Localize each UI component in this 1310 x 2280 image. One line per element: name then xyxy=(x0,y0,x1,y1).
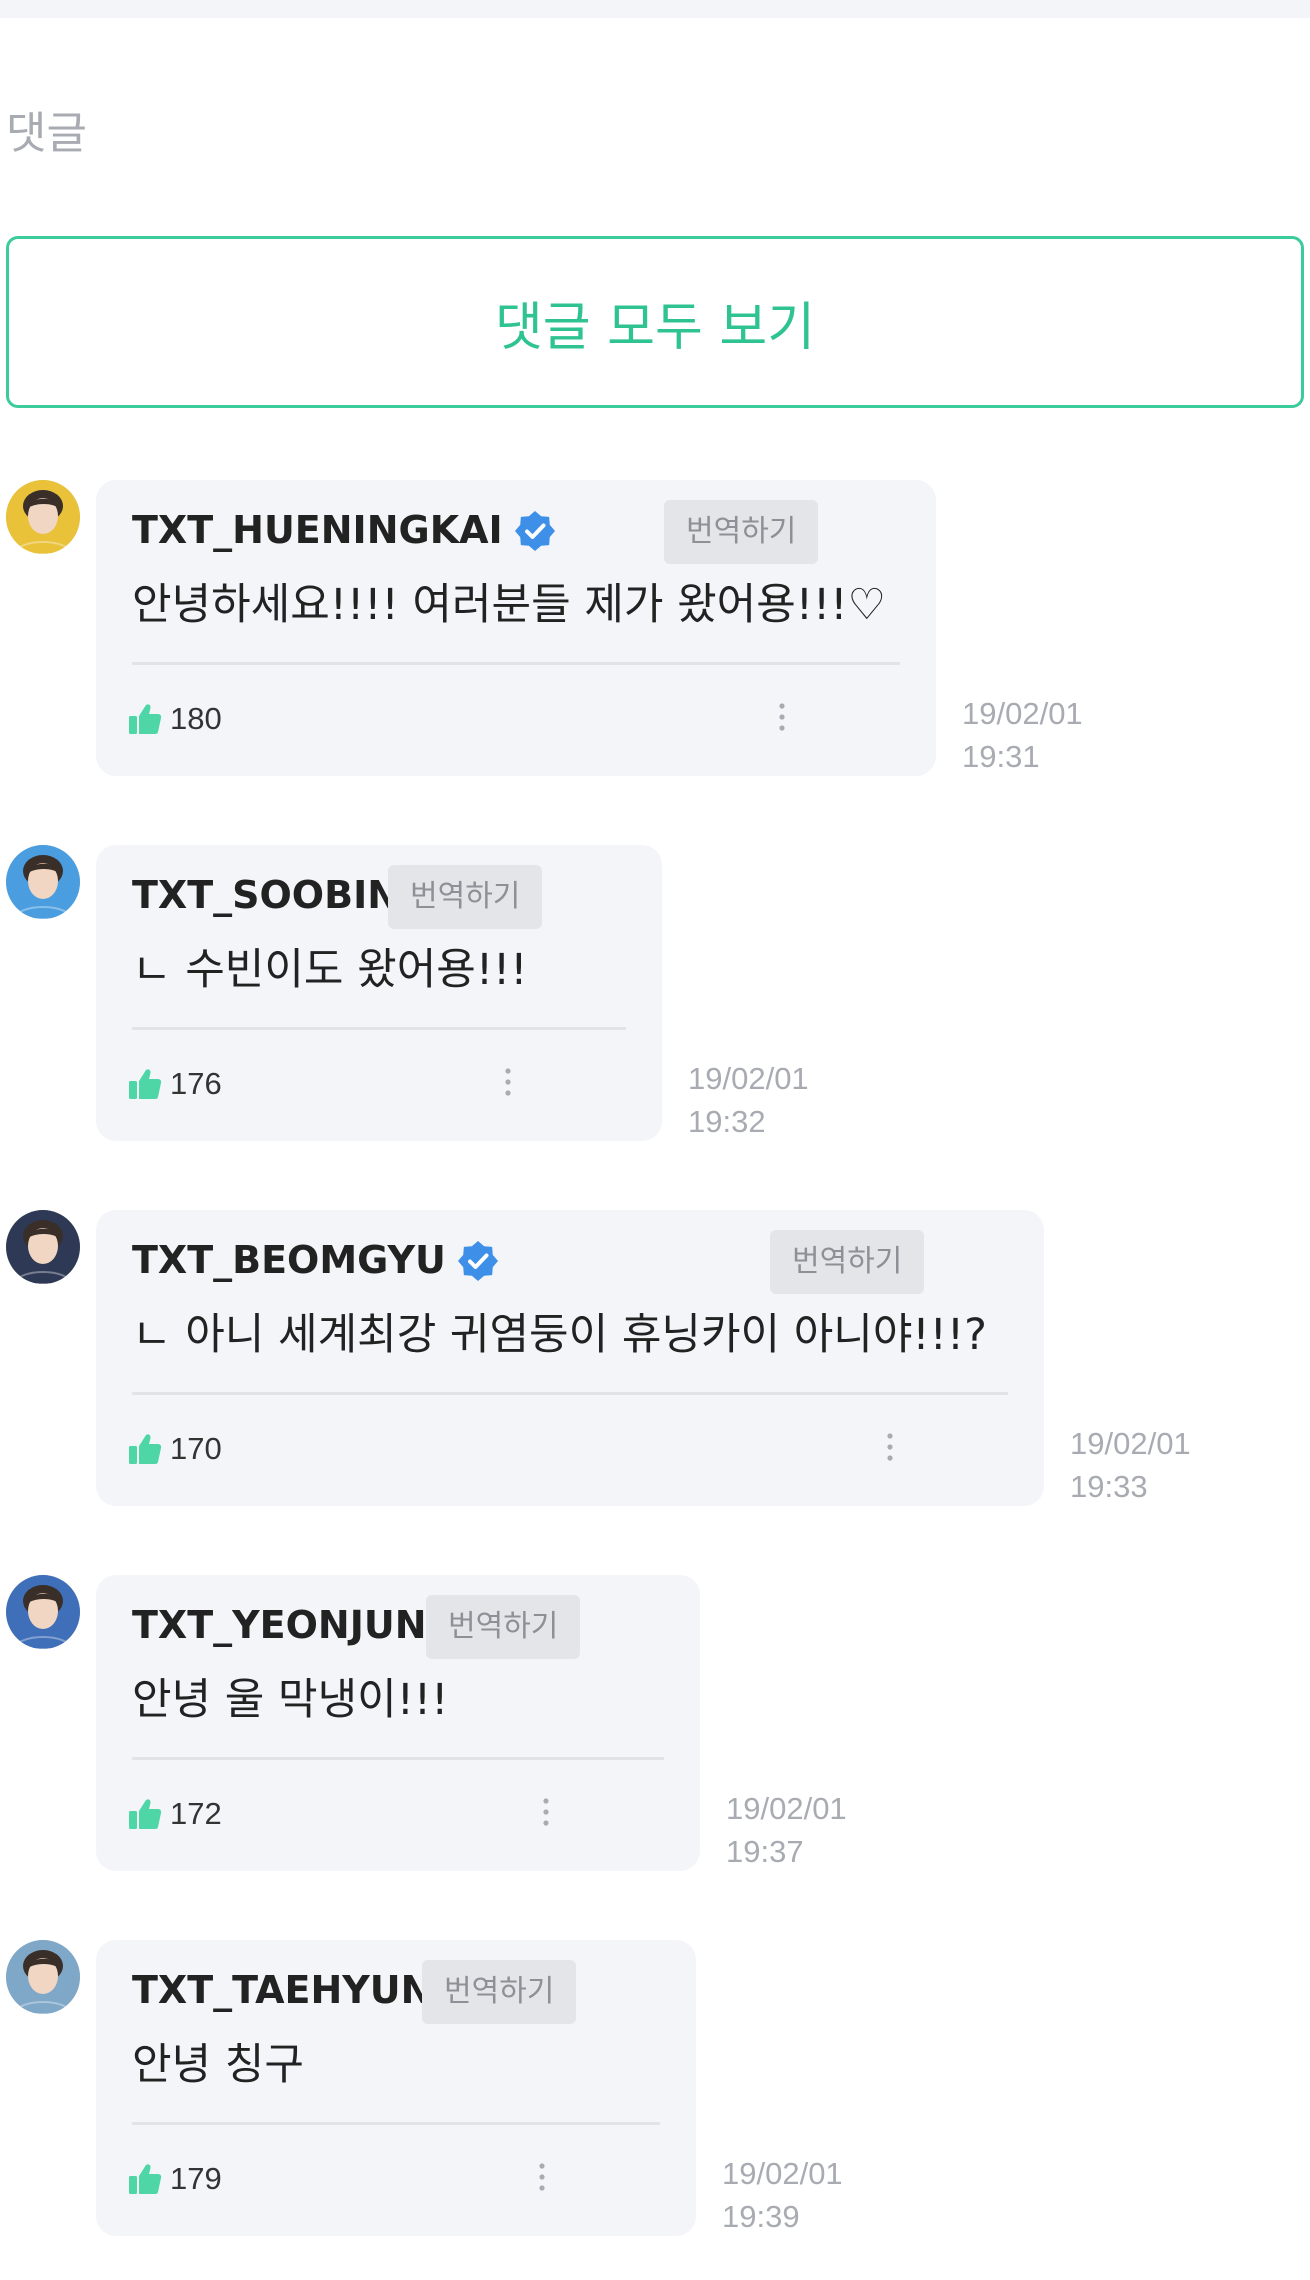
comment-username-text: TXT_SOOBIN xyxy=(132,873,400,917)
more-vertical-icon xyxy=(779,702,785,736)
verified-badge-icon xyxy=(457,1240,498,1281)
more-options-button[interactable] xyxy=(493,1059,523,1109)
comment-timestamp: 19/02/01 19:33 xyxy=(1070,1422,1191,1508)
comment-time: 19:31 xyxy=(962,739,1040,774)
comment-item: TXT_SOOBIN 번역하기 ㄴ 수빈이도 왔어용!!! 176 19/02/01 19… xyxy=(0,845,1310,1145)
comment-time: 19:33 xyxy=(1070,1469,1148,1504)
avatar[interactable] xyxy=(6,845,80,919)
comment-date: 19/02/01 xyxy=(722,2156,843,2191)
more-options-button[interactable] xyxy=(527,2154,557,2204)
comment-username-text: TXT_BEOMGYU xyxy=(132,1238,446,1282)
comment-divider xyxy=(132,662,900,665)
like-count: 179 xyxy=(170,2161,222,2196)
thumbs-up-icon xyxy=(128,1067,162,1101)
comment-text: 안녕 칭구 xyxy=(132,2040,304,2090)
like-count: 176 xyxy=(170,1066,222,1101)
comment-date: 19/02/01 xyxy=(726,1791,847,1826)
thumbs-up-icon xyxy=(128,1797,162,1831)
thumbs-up-icon xyxy=(128,2162,162,2196)
avatar[interactable] xyxy=(6,1575,80,1649)
like-count: 172 xyxy=(170,1796,222,1831)
top-bar xyxy=(0,0,1310,18)
section-title: 댓글 xyxy=(6,108,87,159)
comment-date: 19/02/01 xyxy=(962,696,1083,731)
comment-username[interactable]: TXT_HUENINGKAI xyxy=(132,502,555,558)
avatar[interactable] xyxy=(6,1940,80,2014)
like-button[interactable]: 180 xyxy=(128,694,222,744)
like-button[interactable]: 179 xyxy=(128,2154,222,2204)
more-vertical-icon xyxy=(539,2162,545,2196)
comment-item: TXT_TAEHYUN 번역하기안녕 칭구 179 19/02/01 19:39 xyxy=(0,1940,1310,2240)
comment-divider xyxy=(132,1392,1008,1395)
avatar[interactable] xyxy=(6,480,80,554)
more-options-button[interactable] xyxy=(875,1424,905,1474)
comment-time: 19:32 xyxy=(688,1104,766,1139)
comment-text: ㄴ 수빈이도 왔어용!!! xyxy=(132,945,528,995)
like-count: 180 xyxy=(170,701,222,736)
comment-divider xyxy=(132,1027,626,1030)
more-vertical-icon xyxy=(505,1067,511,1101)
like-button[interactable]: 172 xyxy=(128,1789,222,1839)
verified-badge-icon xyxy=(514,510,555,551)
thumbs-up-icon xyxy=(128,1432,162,1466)
more-options-button[interactable] xyxy=(767,694,797,744)
like-button[interactable]: 170 xyxy=(128,1424,222,1474)
comment-username-text: TXT_HUENINGKAI xyxy=(132,508,503,552)
comment-text: 안녕하세요!!!! 여러분들 제가 왔어용!!!♡ xyxy=(132,580,887,630)
comment-timestamp: 19/02/01 19:37 xyxy=(726,1787,847,1873)
like-button[interactable]: 176 xyxy=(128,1059,222,1109)
comment-bubble: TXT_SOOBIN 번역하기 ㄴ 수빈이도 왔어용!!! 176 xyxy=(96,845,662,1141)
comment-timestamp: 19/02/01 19:31 xyxy=(962,692,1083,778)
comment-item: TXT_BEOMGYU 번역하기 ㄴ 아니 세계최강 귀염둥이 휴닝카이 아니야!!… xyxy=(0,1210,1310,1510)
like-count: 170 xyxy=(170,1431,222,1466)
translate-button[interactable]: 번역하기 xyxy=(770,1230,925,1294)
view-all-comments-button[interactable]: 댓글 모두 보기 xyxy=(6,236,1304,408)
comment-item: TXT_YEONJUN 번역하기안녕 울 막냉이!!! 172 19/02/01 19:… xyxy=(0,1575,1310,1875)
comment-bubble: TXT_HUENINGKAI 번역하기안녕하세요!!!! 여러분들 제가 왔어용!… xyxy=(96,480,936,776)
comment-username-text: TXT_TAEHYUN xyxy=(132,1968,433,2012)
comment-username[interactable]: TXT_BEOMGYU xyxy=(132,1232,498,1288)
translate-button[interactable]: 번역하기 xyxy=(664,500,819,564)
comment-item: TXT_HUENINGKAI 번역하기안녕하세요!!!! 여러분들 제가 왔어용!… xyxy=(0,480,1310,780)
comment-divider xyxy=(132,2122,660,2125)
comment-bubble: TXT_YEONJUN 번역하기안녕 울 막냉이!!! 172 xyxy=(96,1575,700,1871)
comment-text: 안녕 울 막냉이!!! xyxy=(132,1675,449,1725)
comment-bubble: TXT_TAEHYUN 번역하기안녕 칭구 179 xyxy=(96,1940,696,2236)
comment-time: 19:37 xyxy=(726,1834,804,1869)
comment-timestamp: 19/02/01 19:32 xyxy=(688,1057,809,1143)
more-options-button[interactable] xyxy=(531,1789,561,1839)
translate-button[interactable]: 번역하기 xyxy=(388,865,543,929)
comment-text: ㄴ 아니 세계최강 귀염둥이 휴닝카이 아니야!!!? xyxy=(132,1310,987,1360)
comment-username-text: TXT_YEONJUN xyxy=(132,1603,427,1647)
comment-date: 19/02/01 xyxy=(688,1061,809,1096)
more-vertical-icon xyxy=(543,1797,549,1831)
comment-bubble: TXT_BEOMGYU 번역하기 ㄴ 아니 세계최강 귀염둥이 휴닝카이 아니야!!… xyxy=(96,1210,1044,1506)
comment-date: 19/02/01 xyxy=(1070,1426,1191,1461)
comment-time: 19:39 xyxy=(722,2199,800,2234)
translate-button[interactable]: 번역하기 xyxy=(426,1595,581,1659)
thumbs-up-icon xyxy=(128,702,162,736)
avatar[interactable] xyxy=(6,1210,80,1284)
translate-button[interactable]: 번역하기 xyxy=(422,1960,577,2024)
more-vertical-icon xyxy=(887,1432,893,1466)
comment-divider xyxy=(132,1757,664,1760)
comment-timestamp: 19/02/01 19:39 xyxy=(722,2152,843,2238)
